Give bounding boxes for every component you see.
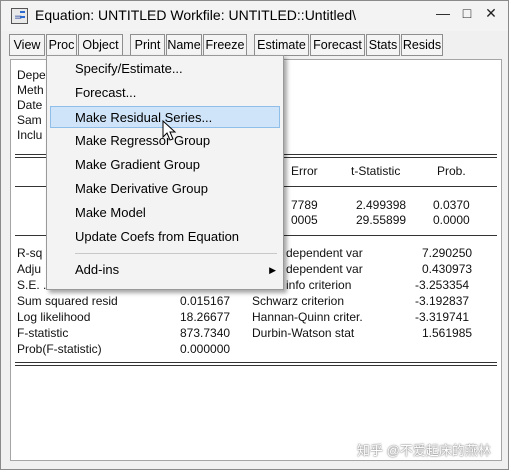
- menu-item-add-ins[interactable]: Add-ins ▶: [50, 259, 280, 281]
- equation-toolbar: View Proc Object Print Name Freeze Estim…: [9, 34, 504, 56]
- stats-label: Adju: [17, 262, 42, 276]
- menu-item-forecast[interactable]: Forecast...: [50, 82, 280, 104]
- equation-app-icon: =: [11, 8, 28, 24]
- maximize-button[interactable]: □: [458, 5, 476, 21]
- stats-value: 0.015167: [180, 294, 231, 308]
- menu-item-specify-estimate[interactable]: Specify/Estimate...: [50, 58, 280, 80]
- stats-button[interactable]: Stats: [366, 34, 400, 56]
- forecast-button[interactable]: Forecast: [310, 34, 365, 56]
- stats-value: 7.290250: [422, 246, 473, 260]
- submenu-arrow-icon: ▶: [269, 265, 276, 275]
- coef-header-prob: Prob.: [437, 164, 466, 178]
- coef-cell: 0005: [291, 213, 318, 227]
- stats-label: Durbin-Watson stat: [252, 326, 355, 340]
- print-button[interactable]: Print: [130, 34, 165, 56]
- proc-button[interactable]: Proc: [46, 34, 77, 56]
- coef-cell: 2.499398: [356, 198, 407, 212]
- stats-value: -3.319741: [415, 310, 470, 324]
- output-label-included: Inclu: [17, 128, 43, 142]
- output-label-sample: Sam: [17, 113, 42, 127]
- resids-button[interactable]: Resids: [401, 34, 443, 56]
- freeze-button[interactable]: Freeze: [203, 34, 247, 56]
- stats-label: dependent var: [286, 262, 363, 276]
- coef-cell: 0.0000: [433, 213, 470, 227]
- object-button[interactable]: Object: [78, 34, 123, 56]
- stats-label: Hannan-Quinn criter.: [252, 310, 363, 324]
- coef-cell: 0.0370: [433, 198, 470, 212]
- name-button[interactable]: Name: [166, 34, 202, 56]
- menu-item-make-derivative-group[interactable]: Make Derivative Group: [50, 178, 280, 200]
- coef-header-t-statistic: t-Statistic: [351, 164, 401, 178]
- close-button[interactable]: ✕: [482, 5, 500, 22]
- rule: [15, 365, 497, 366]
- stats-label: Prob(F-statistic): [17, 342, 102, 356]
- coef-header-std-error: Error: [291, 164, 318, 178]
- mouse-pointer-icon: [162, 120, 177, 141]
- menu-item-make-model[interactable]: Make Model: [50, 202, 280, 224]
- watermark-text: 知乎 @不爱起床的燕林: [357, 443, 491, 458]
- coef-cell: 7789: [291, 198, 318, 212]
- stats-label: Log likelihood: [17, 310, 91, 324]
- stats-value: -3.253354: [415, 278, 470, 292]
- stats-value: 0.000000: [180, 342, 231, 356]
- coef-cell: 29.55899: [356, 213, 407, 227]
- stats-value: -3.192837: [415, 294, 470, 308]
- stats-label: F-statistic: [17, 326, 69, 340]
- stats-value: 873.7340: [180, 326, 231, 340]
- estimate-button[interactable]: Estimate: [254, 34, 309, 56]
- stats-value: 0.430973: [422, 262, 473, 276]
- stats-label: Schwarz criterion: [252, 294, 345, 308]
- stats-value: 18.26677: [180, 310, 231, 324]
- menu-item-make-gradient-group[interactable]: Make Gradient Group: [50, 154, 280, 176]
- stats-label: dependent var: [286, 246, 363, 260]
- view-button[interactable]: View: [9, 34, 45, 56]
- output-label-dependent: Depe: [17, 68, 46, 82]
- menu-separator: [75, 253, 277, 254]
- proc-menu: Specify/Estimate... Forecast... Make Res…: [46, 55, 284, 290]
- window-title: Equation: UNTITLED Workfile: UNTITLED::U…: [35, 7, 357, 23]
- title-bar[interactable]: = Equation: UNTITLED Workfile: UNTITLED:…: [1, 1, 508, 31]
- rule: [15, 362, 497, 363]
- menu-item-update-coefs[interactable]: Update Coefs from Equation: [50, 226, 280, 248]
- stats-label: Sum squared resid: [17, 294, 118, 308]
- output-label-method: Meth: [17, 83, 44, 97]
- stats-value: 1.561985: [422, 326, 473, 340]
- minimize-button[interactable]: —: [434, 5, 452, 21]
- stats-label: info criterion: [286, 278, 352, 292]
- output-label-date: Date: [17, 98, 43, 112]
- stats-label: R-sq: [17, 246, 43, 260]
